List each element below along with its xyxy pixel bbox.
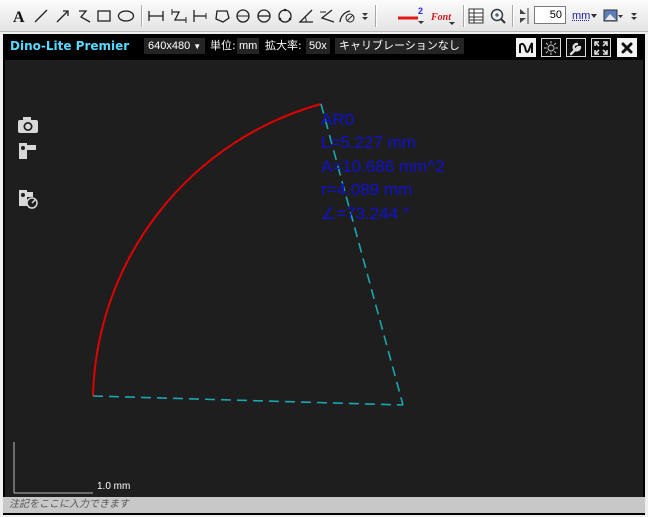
measurement-overlay: AR0 L=5.227 mm A=10.686 mm^2 r=4.089 mm … — [13, 103, 445, 494]
ellipse-tool-icon[interactable] — [116, 5, 136, 27]
expand-icon — [594, 40, 608, 55]
settings-button[interactable] — [566, 38, 586, 57]
measurement-label: AR0 — [321, 110, 354, 129]
svg-text:A: A — [13, 9, 25, 24]
arc-measurement[interactable] — [92, 103, 322, 397]
font-settings-icon[interactable]: Font — [430, 5, 458, 27]
microscope-viewer: Dino-Lite Premier 640x480 ▼ 単位: mm 拡大率: … — [3, 34, 645, 515]
parallel-tool-icon[interactable] — [190, 5, 210, 27]
unit-caption: 単位: — [210, 38, 236, 54]
unit-select-label: mm — [572, 10, 591, 22]
chevron-down-icon — [591, 14, 598, 18]
resolution-label: 640x480 — [148, 40, 191, 52]
line-tool-icon[interactable] — [32, 5, 50, 27]
angle-tool-icon[interactable] — [296, 5, 316, 27]
wrench-icon — [569, 42, 582, 55]
scale-bar-label: 1.0 mm — [97, 481, 130, 492]
measurement-area: A=10.686 mm^2 — [321, 157, 445, 176]
close-button[interactable] — [617, 38, 637, 57]
circle-3point-tool-icon[interactable] — [275, 5, 295, 27]
measure-line-tool-icon[interactable] — [146, 5, 166, 27]
polyline-tool-icon[interactable] — [76, 5, 94, 27]
annotation-toolbar: A 2 Font 50 mm — [0, 0, 648, 32]
annotation-input[interactable]: 注記をここに入力できます — [3, 497, 645, 513]
measure-polyline-tool-icon[interactable] — [169, 5, 189, 27]
brand-title: Dino-Lite Premier — [10, 39, 130, 53]
radius-line-1 — [92, 395, 404, 406]
resolution-select[interactable]: 640x480 ▼ — [144, 38, 206, 54]
magnification-caption: 拡大率: — [265, 39, 302, 52]
measure-mode-button[interactable] — [516, 38, 536, 57]
arrow-tool-icon[interactable] — [54, 5, 72, 27]
fullscreen-button[interactable] — [591, 38, 611, 57]
image-canvas[interactable]: AR0 L=5.227 mm A=10.686 mm^2 r=4.089 mm … — [5, 60, 643, 497]
measurement-radius: r=4.089 mm — [321, 180, 412, 199]
magnifier-icon[interactable] — [488, 5, 508, 27]
more-tools-dropdown-icon[interactable] — [359, 5, 371, 27]
close-icon — [621, 42, 633, 53]
image-settings-icon[interactable] — [602, 5, 624, 27]
sun-icon — [544, 40, 558, 55]
measurement-length: L=5.227 mm — [321, 133, 416, 152]
circle-tool-icon[interactable] — [233, 5, 253, 27]
toolbar-overflow-icon[interactable] — [628, 5, 640, 27]
arc-tool-icon[interactable] — [337, 5, 359, 27]
zoom-stepper-icon[interactable] — [516, 5, 532, 27]
line-width-color-icon[interactable]: 2 — [396, 5, 426, 27]
polygon-tool-icon[interactable] — [212, 5, 232, 27]
text-tool-icon[interactable]: A — [10, 5, 28, 27]
magnification-value: 50x — [306, 38, 330, 54]
angle-3point-tool-icon[interactable] — [317, 5, 337, 27]
calibration-status: キャリブレーションなし — [335, 38, 464, 54]
unit-select[interactable]: mm — [572, 7, 598, 25]
measurement-angle: ∠=73.244 ° — [321, 204, 410, 223]
circle-diameter-tool-icon[interactable] — [254, 5, 274, 27]
waveform-icon — [519, 42, 533, 53]
unit-value: mm — [237, 38, 260, 54]
viewer-header: Dino-Lite Premier 640x480 ▼ 単位: mm 拡大率: … — [3, 34, 645, 60]
chevron-down-icon: ▼ — [193, 42, 202, 51]
brightness-button[interactable] — [541, 38, 561, 57]
rectangle-tool-icon[interactable] — [95, 5, 113, 27]
line-width-label: 2 — [418, 6, 423, 16]
measurement-table-icon[interactable] — [466, 5, 486, 27]
zoom-input[interactable]: 50 — [534, 6, 566, 24]
unit-caption-label: 単位: — [210, 39, 236, 52]
font-label: Font — [430, 12, 452, 23]
